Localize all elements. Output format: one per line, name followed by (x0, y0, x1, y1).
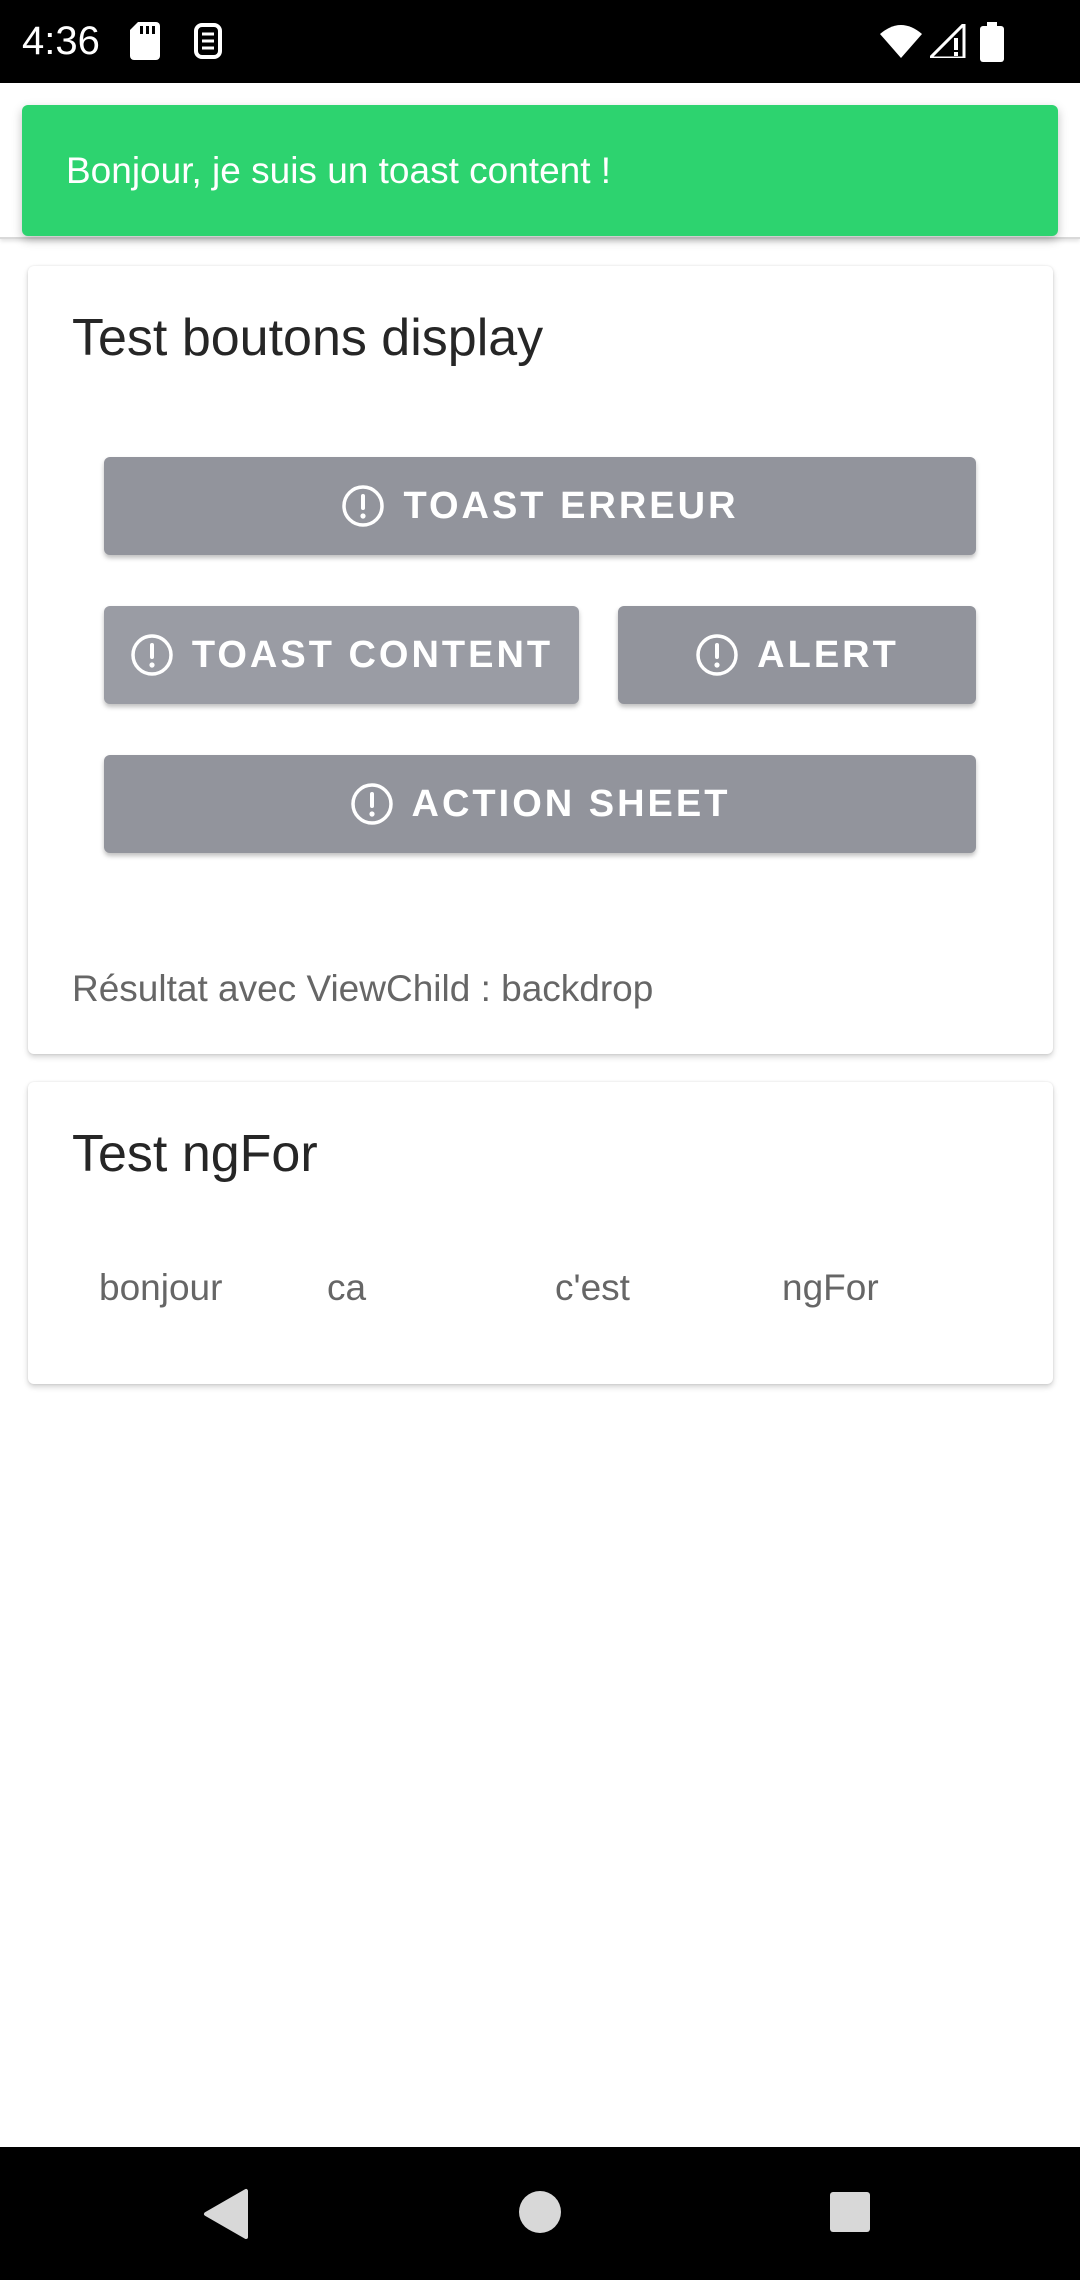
button-label: ALERT (757, 633, 899, 676)
card-title: Test ngFor (72, 1125, 318, 1183)
toast-notification[interactable]: Bonjour, je suis un toast content ! (22, 105, 1058, 236)
wifi-icon (880, 24, 922, 63)
back-icon[interactable] (200, 2187, 250, 2246)
button-label: TOAST CONTENT (191, 633, 554, 676)
button-label: TOAST ERREUR (403, 484, 739, 527)
recents-icon[interactable] (828, 2190, 872, 2239)
navigation-bar (0, 2147, 1080, 2280)
toast-erreur-button[interactable]: TOAST ERREUR (104, 457, 976, 555)
action-sheet-button[interactable]: ACTION SHEET (104, 755, 976, 853)
toast-content-button[interactable]: TOAST CONTENT (104, 606, 579, 704)
alert-circle-icon (695, 633, 739, 677)
card-title: Test boutons display (72, 309, 544, 367)
ngfor-item: ca (327, 1267, 367, 1308)
alert-circle-icon (341, 484, 385, 528)
viewchild-result-text: Résultat avec ViewChild : backdrop (72, 968, 654, 1009)
ngfor-item: c'est (555, 1267, 630, 1308)
alert-circle-icon (130, 633, 174, 677)
signal-icon (926, 20, 966, 63)
toast-message: Bonjour, je suis un toast content ! (66, 149, 612, 191)
app-screen: 4:36 Bonjour, je suis un toast content !… (0, 0, 1080, 2280)
ngfor-list: bonjour ca c'est ngFor (28, 1267, 1053, 1327)
ngfor-item: ngFor (782, 1267, 879, 1308)
status-bar: 4:36 (0, 0, 1080, 83)
battery-icon (980, 22, 1004, 67)
status-time: 4:36 (22, 19, 100, 63)
sd-card-icon (130, 22, 160, 65)
card-boutons-display: Test boutons display TOAST ERREUR TOAST … (28, 266, 1053, 1054)
alert-circle-icon (350, 782, 394, 826)
home-icon[interactable] (515, 2187, 565, 2242)
ngfor-item: bonjour (99, 1267, 223, 1308)
button-label: ACTION SHEET (411, 782, 731, 825)
alert-button[interactable]: ALERT (618, 606, 976, 704)
sim-icon (193, 22, 223, 65)
card-ngfor: Test ngFor bonjour ca c'est ngFor (28, 1082, 1053, 1384)
